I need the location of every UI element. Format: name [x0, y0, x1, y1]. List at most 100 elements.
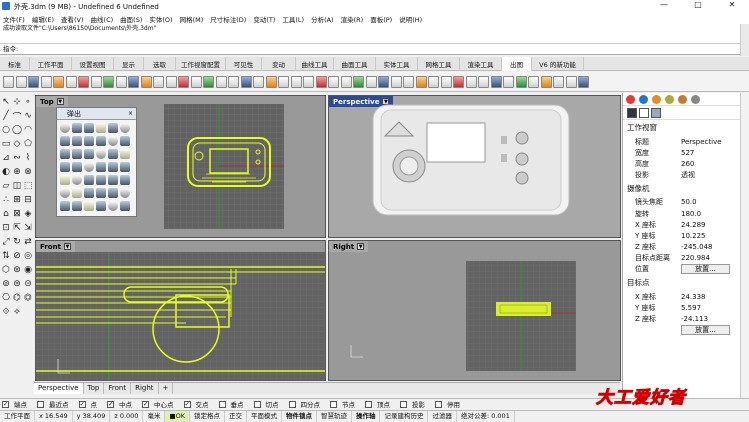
solid-tool-icon[interactable] — [60, 123, 70, 133]
solid-tool-icon[interactable] — [120, 123, 130, 133]
status-toggle[interactable]: 正交 — [225, 410, 247, 422]
tool-button[interactable]: ⇱ — [12, 222, 22, 234]
status-toggle[interactable]: 记录建构历史 — [380, 410, 429, 422]
tool-button[interactable]: ⊗ — [23, 166, 33, 178]
tab-item[interactable]: 出图 — [502, 57, 532, 71]
tool-button[interactable]: ⏣ — [23, 292, 33, 304]
maximize-button[interactable]: □ — [681, 0, 715, 9]
checkbox-icon[interactable]: ✓ — [183, 400, 191, 408]
toolbar-button[interactable] — [203, 75, 214, 88]
checkbox-icon[interactable]: ✓ — [142, 400, 149, 408]
solid-tool-icon[interactable] — [108, 188, 118, 198]
solid-tool-icon[interactable] — [120, 149, 130, 159]
status-toggle[interactable]: 智慧轨迹 — [317, 410, 352, 422]
menu-item[interactable]: 曲线(C) — [91, 14, 114, 24]
solid-tool-icon[interactable] — [120, 188, 130, 198]
solid-tool-icon[interactable] — [60, 201, 70, 211]
tool-button[interactable]: ◇ — [12, 138, 22, 150]
named-view-icon[interactable] — [651, 107, 661, 118]
tool-button[interactable]: ▱ — [1, 180, 11, 192]
toolbar-button[interactable] — [515, 75, 527, 88]
tab-item[interactable]: 实体工具 — [376, 57, 418, 71]
color-wheel-icon[interactable] — [626, 94, 635, 104]
checkbox-icon[interactable] — [365, 400, 372, 408]
tool-button[interactable]: ⊟ — [23, 194, 33, 206]
light-icon[interactable] — [665, 94, 674, 104]
tab-item[interactable]: 选取 — [144, 57, 176, 71]
solid-tool-icon[interactable] — [96, 188, 106, 198]
osnap-toggle[interactable]: 垂点 — [218, 399, 249, 409]
close-button[interactable]: ✕ — [715, 0, 749, 9]
tool-button[interactable]: ⌒ — [12, 110, 22, 123]
render-icon[interactable] — [652, 94, 661, 104]
solid-tool-icon[interactable] — [108, 175, 118, 185]
toolbar-button[interactable] — [128, 75, 139, 88]
layer-indicator[interactable]: ■OK — [165, 410, 190, 422]
menu-item[interactable]: 分析(A) — [311, 14, 334, 24]
status-toggle[interactable]: 平面模式 — [247, 410, 282, 422]
tab-item[interactable]: 设置视图 — [72, 57, 114, 71]
toolbar-button[interactable] — [53, 75, 64, 88]
toolbar-button[interactable] — [90, 75, 102, 88]
toolbar-button[interactable] — [415, 75, 427, 88]
tool-button[interactable]: ⬠ — [23, 138, 33, 150]
toolbar-button[interactable] — [578, 75, 589, 88]
tool-button[interactable]: ⇲ — [23, 222, 33, 234]
osnap-toggle[interactable]: 投影 — [400, 399, 430, 409]
checkbox-icon[interactable] — [435, 400, 442, 408]
solid-tool-icon[interactable] — [84, 162, 94, 172]
toolbar-button[interactable] — [340, 75, 352, 88]
solid-tool-icon[interactable] — [120, 136, 130, 146]
menu-item[interactable]: 变动(T) — [253, 14, 275, 24]
tool-button[interactable]: ∿ — [23, 110, 33, 122]
solid-tool-icon[interactable] — [84, 136, 94, 146]
menu-item[interactable]: 工具(L) — [282, 14, 304, 24]
tool-button[interactable]: ◉ — [23, 264, 33, 276]
tab-item[interactable]: 网格工具 — [418, 57, 460, 71]
solid-tool-icon[interactable] — [60, 175, 70, 185]
solid-tool-icon[interactable] — [60, 188, 70, 198]
solid-tool-icon[interactable] — [108, 162, 118, 172]
menu-item[interactable]: 曲面(S) — [120, 14, 142, 24]
checkbox-icon[interactable] — [253, 400, 261, 408]
tool-button[interactable]: ▭ — [1, 138, 11, 150]
tab-item[interactable]: 工作平面 — [30, 57, 72, 71]
environment-icon[interactable] — [678, 94, 687, 104]
menu-item[interactable]: 尺寸标注(D) — [210, 14, 246, 24]
viewport-right[interactable]: Right ▼ — [328, 240, 621, 381]
tool-button[interactable]: ⬚ — [23, 180, 33, 192]
solid-tool-icon[interactable] — [84, 123, 94, 133]
camera-icon[interactable] — [627, 107, 637, 118]
tool-button[interactable]: ⊠ — [12, 208, 22, 220]
toolbar-button[interactable] — [15, 75, 27, 88]
tab-item[interactable]: 变动 — [262, 57, 296, 71]
toolbar-button[interactable] — [165, 75, 177, 88]
toolbar-button[interactable] — [115, 75, 127, 88]
tool-button[interactable]: ◐ — [1, 166, 11, 178]
tool-button[interactable]: ↖ — [1, 96, 11, 108]
tool-button[interactable]: ◈ — [23, 208, 33, 220]
toolbar-button[interactable] — [28, 75, 39, 88]
toolbar-button[interactable] — [315, 75, 327, 88]
toolbar-button[interactable] — [478, 75, 489, 88]
solid-tool-icon[interactable] — [108, 136, 118, 146]
menu-item[interactable]: 查看(V) — [61, 14, 84, 24]
viewport-icon[interactable] — [639, 107, 649, 118]
checkbox-icon[interactable]: ✓ — [78, 400, 86, 408]
toolbar-button[interactable] — [140, 75, 152, 88]
solid-tool-icon[interactable] — [72, 201, 82, 211]
solid-tool-icon[interactable] — [96, 201, 106, 211]
tool-button[interactable]: ⊿ — [1, 152, 11, 164]
menu-item[interactable]: 面板(P) — [370, 14, 392, 24]
checkbox-icon[interactable] — [37, 400, 44, 408]
osnap-toggle[interactable]: 最近点 — [37, 399, 74, 409]
viewport-tab[interactable]: Right — [131, 383, 159, 394]
solid-tool-icon[interactable] — [96, 149, 106, 159]
solid-tool-icon[interactable] — [96, 136, 106, 146]
solid-tool-icon[interactable] — [96, 123, 106, 133]
toolbar-button[interactable] — [453, 75, 464, 88]
toolbar-button[interactable] — [353, 75, 364, 88]
menu-item[interactable]: 说明(H) — [399, 14, 422, 24]
toolbar-button[interactable] — [65, 75, 77, 88]
tool-button[interactable]: ⟡ — [12, 306, 22, 318]
